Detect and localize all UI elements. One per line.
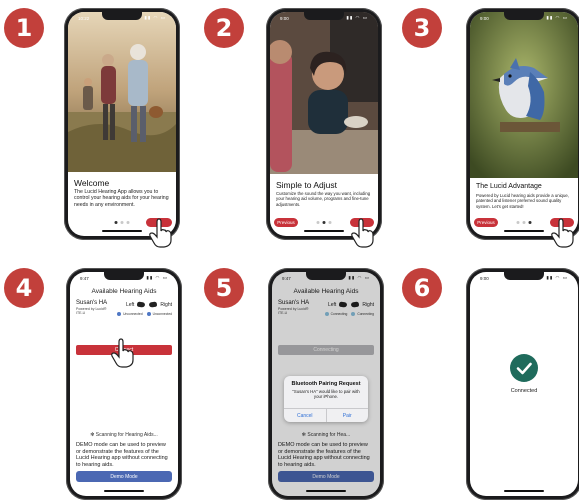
status-dot-right xyxy=(146,312,151,317)
phone-notch xyxy=(304,12,344,20)
step-badge-3: 3 xyxy=(402,8,442,48)
welcome-description: The Lucid Hearing App allows you to cont… xyxy=(74,189,169,208)
phone-notch xyxy=(102,12,142,20)
home-indicator xyxy=(504,490,544,492)
status-dot-left xyxy=(117,312,122,317)
device-name: Susan's HA xyxy=(76,300,108,306)
page-indicator xyxy=(316,221,332,224)
phone-notch xyxy=(306,272,346,280)
cancel-button[interactable]: Cancel xyxy=(284,409,326,422)
home-indicator xyxy=(102,230,142,232)
status-left-text: Unconnected xyxy=(123,312,143,316)
phone-welcome: 10:22 ▮▮ ◠ ▭ Welcome The Lucid Hearing A… xyxy=(64,8,180,240)
device-model: ITE-U xyxy=(76,311,86,315)
bluetooth-pairing-dialog: Bluetooth Pairing Request "Susan's HA" w… xyxy=(284,376,368,422)
previous-button[interactable]: Previous xyxy=(274,218,298,227)
dialog-message: "Susan's HA" would like to pair with you… xyxy=(292,389,360,400)
welcome-title: Welcome xyxy=(74,178,110,188)
welcome-screen: 10:22 ▮▮ ◠ ▭ Welcome The Lucid Hearing A… xyxy=(68,12,176,236)
step-badge-2: 2 xyxy=(204,8,244,48)
ear-indicator: Left Right xyxy=(126,301,172,308)
left-hearing-aid-icon xyxy=(137,301,146,308)
connected-label: Connected xyxy=(510,388,538,394)
tap-hand-icon xyxy=(551,218,574,248)
page-indicator xyxy=(114,221,130,224)
lucid-advantage-description: Powered by Lucid hearing aids provide a … xyxy=(476,193,569,209)
phone-connected: 9:00 ▮▮ ◠ ▭ Connected xyxy=(466,268,579,500)
home-indicator xyxy=(304,230,344,232)
available-hearing-aids-screen: 9:47 ▮▮ ◠ ▭ Available Hearing Aids Susan'… xyxy=(70,272,178,496)
phone-available-hearing-aids: 9:47 ▮▮ ◠ ▭ Available Hearing Aids Susan'… xyxy=(66,268,182,500)
step-badge-6: 6 xyxy=(402,268,442,308)
simple-to-adjust-screen: 9:00 ▮▮ ◠ ▭ Simple to Adjust Customize th… xyxy=(270,12,378,236)
right-hearing-aid-icon xyxy=(149,301,158,308)
home-indicator xyxy=(104,490,144,492)
home-indicator xyxy=(504,230,544,232)
connection-status: Unconnected Unconnected xyxy=(117,312,172,317)
simple-to-adjust-title: Simple to Adjust xyxy=(276,180,337,190)
phone-notch xyxy=(504,272,544,280)
pair-button[interactable]: Pair xyxy=(325,409,369,422)
women-laughing-photo xyxy=(270,12,378,174)
phone-bluetooth-pairing: 9:47 ▮▮ ◠ ▭ Available Hearing Aids Susan'… xyxy=(268,268,384,500)
page-title: Available Hearing Aids xyxy=(91,288,157,295)
right-label: Right xyxy=(160,301,172,308)
hearing-aid-device-row[interactable]: Susan's HA Powered by Lucid® ITE-U Left … xyxy=(76,300,172,322)
family-walking-photo xyxy=(68,12,176,172)
scanning-text: Scanning for Hearing Aids... xyxy=(95,432,158,438)
simple-to-adjust-description: Customize the sound the way you want, in… xyxy=(276,191,371,207)
lucid-advantage-screen: 9:00 ▮▮ ◠ ▭ The Lucid Advantage Powered b… xyxy=(470,12,578,236)
bluetooth-pairing-screen: 9:47 ▮▮ ◠ ▭ Available Hearing Aids Susan'… xyxy=(272,272,380,496)
connected-screen: 9:00 ▮▮ ◠ ▭ Connected xyxy=(470,272,578,496)
blue-jay-photo xyxy=(470,12,578,178)
demo-mode-description: DEMO mode can be used to preview or demo… xyxy=(76,442,168,468)
phone-simple-to-adjust: 9:00 ▮▮ ◠ ▭ Simple to Adjust Customize th… xyxy=(266,8,382,240)
page-indicator xyxy=(516,221,532,224)
tap-hand-icon xyxy=(351,218,374,248)
step-badge-5: 5 xyxy=(204,268,244,308)
phone-notch xyxy=(504,12,544,20)
tap-hand-icon xyxy=(149,218,172,248)
step-badge-4: 4 xyxy=(4,268,44,308)
dialog-actions: Cancel Pair xyxy=(284,408,368,422)
demo-mode-button[interactable]: Demo Mode xyxy=(76,471,172,482)
scanning-status: ✻ Scanning for Hearing Aids... xyxy=(70,432,178,438)
status-right-text: Unconnected xyxy=(152,312,172,316)
step-badge-1: 1 xyxy=(4,8,44,48)
previous-button[interactable]: Previous xyxy=(474,218,498,227)
lucid-advantage-title: The Lucid Advantage xyxy=(476,183,542,190)
check-circle-icon xyxy=(510,354,538,382)
dialog-title: Bluetooth Pairing Request xyxy=(291,381,361,387)
left-label: Left xyxy=(125,301,135,308)
tap-hand-icon xyxy=(111,338,134,368)
onboarding-steps-collage: 1 2 3 4 5 6 10:22 ▮▮ ◠ ▭ Welcome The Luc… xyxy=(0,0,579,504)
phone-lucid-advantage: 9:00 ▮▮ ◠ ▭ The Lucid Advantage Powered b… xyxy=(466,8,579,240)
phone-notch xyxy=(104,272,144,280)
